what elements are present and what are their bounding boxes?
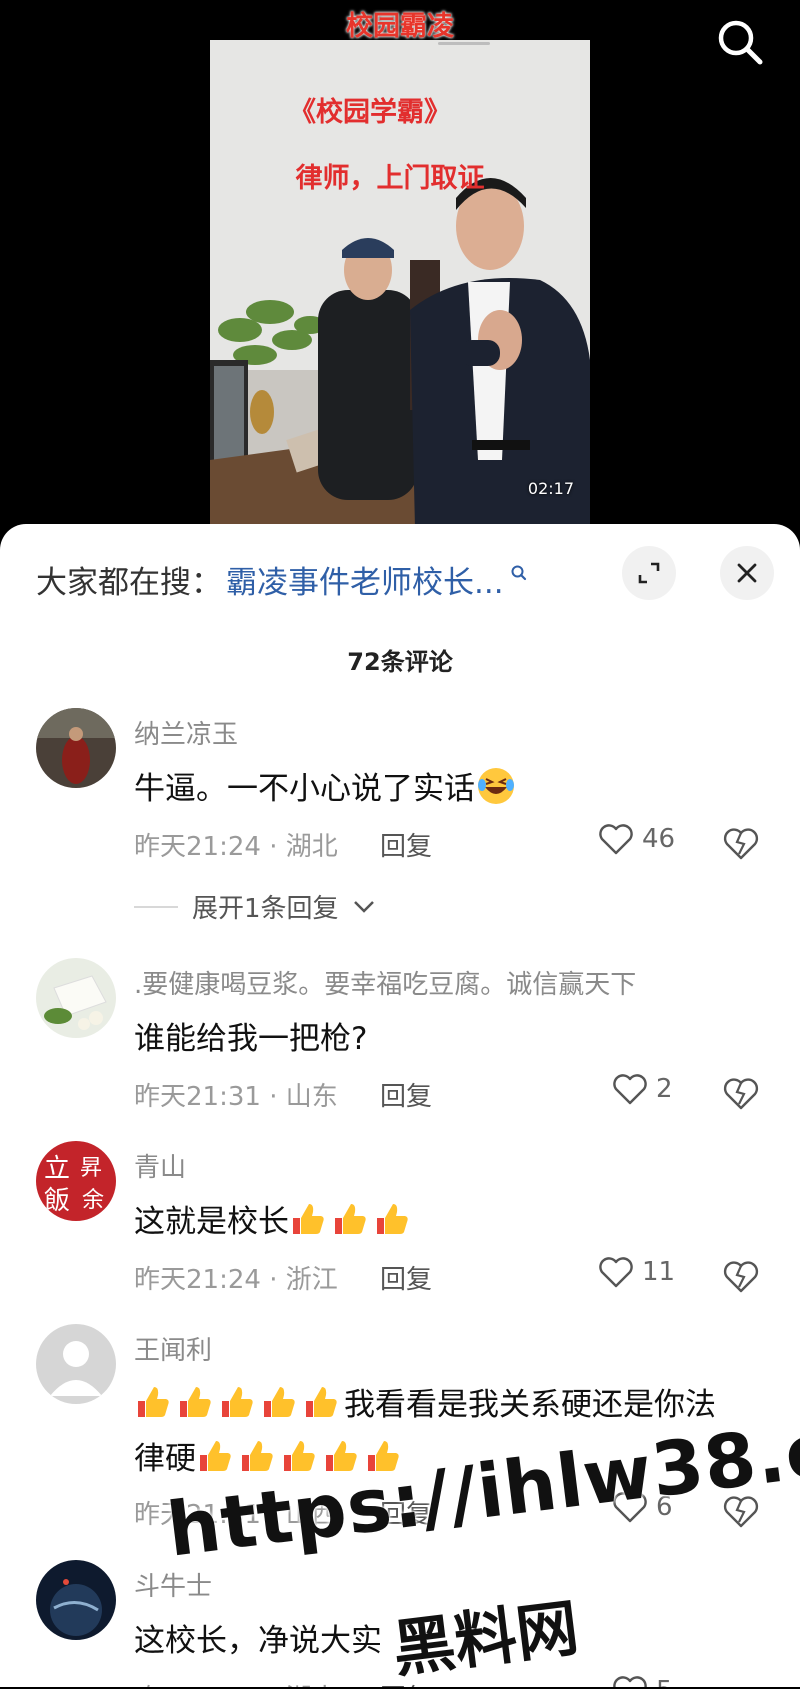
avatar[interactable] — [36, 1560, 116, 1640]
comment-time-location: 昨天21:24 · 浙江 — [134, 1265, 338, 1295]
comment-text-body: 我看看是我关系硬还是你法 — [344, 1387, 716, 1423]
video-player[interactable]: 《校园学霸》 律师，上门取证 02:17 校园霸凌 — [0, 0, 800, 540]
trending-search-prefix: 大家都在搜： — [36, 564, 222, 601]
divider-line — [134, 905, 178, 908]
search-button[interactable] — [712, 14, 768, 70]
laughing-emoji-icon — [478, 768, 514, 804]
comment-count-title: 72条评论 — [347, 648, 453, 676]
trending-search-link[interactable]: 霸凌事件老师校长... — [226, 557, 504, 602]
trending-search-row[interactable]: 大家都在搜： 霸凌事件老师校长... — [36, 554, 528, 604]
like-button[interactable]: 46 — [598, 822, 675, 856]
video-frame[interactable]: 《校园学霸》 律师，上门取证 02:17 — [210, 40, 590, 528]
thumbs-up-emoji-icon — [335, 1204, 366, 1234]
broken-heart-icon[interactable] — [722, 1257, 760, 1295]
broken-heart-icon[interactable] — [722, 1074, 760, 1112]
video-caption-2: 律师，上门取证 — [295, 163, 485, 194]
svg-text:余: 余 — [82, 1188, 104, 1213]
comment-text: 这就是校长 — [134, 1195, 764, 1249]
expand-icon — [638, 562, 660, 584]
heart-icon — [613, 1074, 647, 1105]
heart-icon — [613, 1676, 647, 1687]
comment-item: 纳兰凉玉 牛逼。一不小心说了实话 昨天21:24 · 湖北 回复 46 展开1条… — [0, 708, 800, 938]
avatar[interactable] — [36, 958, 116, 1038]
thumbs-up-emoji-icon — [200, 1441, 231, 1471]
svg-text:立: 立 — [44, 1154, 70, 1184]
thumbs-up-emoji-icon — [180, 1387, 211, 1417]
comment-username[interactable]: 纳兰凉玉 — [134, 714, 238, 751]
comment-text: 牛逼。一不小心说了实话 — [134, 762, 764, 816]
thumbs-up-emoji-icon — [306, 1387, 337, 1417]
comment-text-body-line2: 律硬 — [134, 1441, 196, 1477]
like-button[interactable]: 5 — [612, 1674, 673, 1687]
comment-username[interactable]: 青山 — [134, 1147, 186, 1184]
thumbs-up-emoji-icon — [293, 1204, 324, 1234]
like-count: 11 — [642, 1257, 676, 1287]
video-timecode: 02:17 — [527, 479, 574, 498]
video-overlay-title: 校园霸凌 — [346, 11, 454, 42]
comment-username[interactable]: 王闻利 — [134, 1330, 212, 1367]
broken-heart-icon[interactable] — [722, 824, 760, 862]
avatar[interactable] — [36, 708, 116, 788]
comment-text-body: 牛逼。一不小心说了实话 — [134, 771, 475, 807]
comment-time-location: 昨天21:24 · 湖北 — [134, 832, 338, 862]
heart-icon — [599, 824, 633, 855]
mini-search-icon — [511, 565, 526, 581]
like-button[interactable]: 11 — [598, 1255, 675, 1289]
search-icon — [718, 20, 763, 65]
expand-sheet-button[interactable] — [622, 546, 676, 600]
thumbs-up-emoji-icon — [377, 1204, 408, 1234]
like-button[interactable]: 2 — [612, 1072, 673, 1106]
expand-replies-label: 展开1条回复 — [192, 894, 339, 924]
like-count: 2 — [656, 1074, 673, 1104]
close-icon — [737, 563, 757, 583]
comment-time-location: 昨天21:31 · 山东 — [134, 1082, 338, 1112]
heart-icon — [599, 1257, 633, 1288]
default-avatar-icon — [36, 1324, 116, 1404]
video-progress-indicator — [438, 42, 490, 45]
comment-text: 谁能给我一把枪? — [134, 1021, 368, 1057]
svg-text:飯: 飯 — [44, 1186, 70, 1216]
comment-time-location: 昨天21:38 · 湖南 — [134, 1678, 338, 1687]
video-caption-1: 《校园学霸》 — [289, 97, 451, 128]
thumbs-up-emoji-icon — [242, 1441, 273, 1471]
avatar[interactable]: 立 昇 飯 余 — [36, 1141, 116, 1221]
like-count: 5 — [656, 1676, 673, 1687]
thumbs-up-emoji-icon — [264, 1387, 295, 1417]
reply-button[interactable]: 回复 — [380, 826, 432, 863]
close-sheet-button[interactable] — [720, 546, 774, 600]
comment-username[interactable]: .要健康喝豆浆。要幸福吃豆腐。诚信赢天下 — [134, 964, 636, 1001]
comment-text-body: 这就是校长 — [134, 1204, 289, 1240]
thumbs-up-emoji-icon — [138, 1387, 169, 1417]
reply-button[interactable]: 回复 — [380, 1259, 432, 1296]
svg-text:昇: 昇 — [80, 1156, 102, 1181]
thumbs-up-emoji-icon — [222, 1387, 253, 1417]
avatar[interactable] — [36, 1324, 116, 1404]
expand-replies-button[interactable]: 展开1条回复 — [134, 888, 375, 925]
like-count: 46 — [642, 824, 676, 854]
chevron-down-icon — [353, 900, 374, 913]
reply-button[interactable]: 回复 — [380, 1076, 432, 1113]
